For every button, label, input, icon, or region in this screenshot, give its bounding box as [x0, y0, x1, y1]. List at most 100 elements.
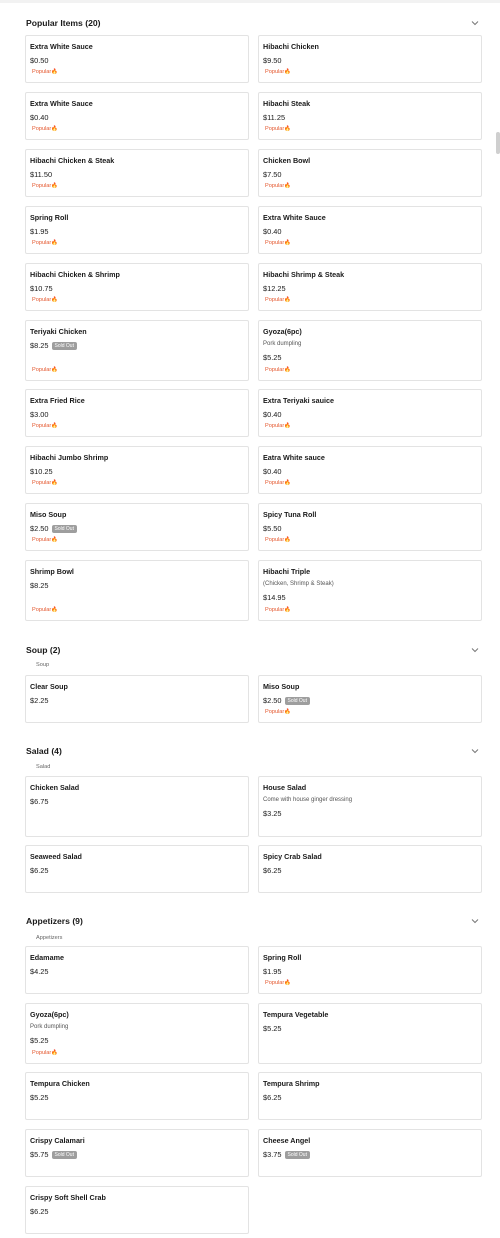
menu-item-price: $11.50	[30, 170, 52, 179]
menu-item-card[interactable]: Extra Teriyaki sauice $0.40 Popular🔥	[258, 389, 482, 437]
price-value: $8.25	[30, 341, 49, 350]
menu-item-price: $7.50	[263, 170, 282, 179]
menu-item-price: $0.40	[263, 227, 282, 236]
menu-item-card[interactable]: Extra White Sauce $0.40 Popular🔥	[25, 92, 249, 140]
menu-item-card[interactable]: Extra White Sauce $0.50 Popular🔥	[25, 35, 249, 83]
chevron-down-icon[interactable]	[470, 916, 480, 926]
fire-icon: 🔥	[51, 240, 58, 246]
menu-item-card[interactable]: Chicken Salad $6.75	[25, 776, 249, 837]
fire-icon: 🔥	[51, 297, 58, 303]
fire-icon: 🔥	[284, 480, 291, 486]
menu-item-price: $1.95	[30, 227, 49, 236]
chevron-down-icon[interactable]	[470, 18, 480, 28]
menu-item-card[interactable]: Spicy Tuna Roll $5.50 Popular🔥	[258, 503, 482, 551]
menu-item-name: Extra White Sauce	[30, 99, 93, 108]
menu-item-card[interactable]: House Salad Come with house ginger dressi…	[258, 776, 482, 837]
menu-item-description: Pork dumpling	[30, 1024, 69, 1030]
popular-badge: Popular🔥	[265, 607, 291, 613]
fire-icon: 🔥	[51, 69, 58, 75]
price-value: $0.40	[263, 467, 282, 476]
menu-item-card[interactable]: Tempura Vegetable $5.25	[258, 1003, 482, 1064]
menu-item-card[interactable]: Spring Roll $1.95 Popular🔥	[258, 946, 482, 994]
price-value: $1.95	[30, 227, 49, 236]
menu-item-card[interactable]: Hibachi Chicken & Shrimp $10.75 Popular🔥	[25, 263, 249, 311]
popular-badge: Popular🔥	[32, 480, 58, 486]
fire-icon: 🔥	[284, 537, 291, 543]
fire-icon: 🔥	[51, 126, 58, 132]
menu-item-card[interactable]: Hibachi Shrimp & Steak $12.25 Popular🔥	[258, 263, 482, 311]
menu-item-name: Extra White Sauce	[263, 213, 326, 222]
menu-item-name: Hibachi Chicken & Shrimp	[30, 270, 120, 279]
popular-badge: Popular🔥	[32, 69, 58, 75]
fire-icon: 🔥	[284, 240, 291, 246]
menu-item-description: (Chicken, Shrimp & Steak)	[263, 581, 334, 587]
chevron-down-icon[interactable]	[470, 746, 480, 756]
menu-item-price: $5.25	[30, 1093, 49, 1102]
scrollbar-thumb[interactable]	[496, 132, 500, 154]
price-value: $0.50	[30, 56, 49, 65]
menu-item-name: Hibachi Triple	[263, 567, 311, 576]
price-value: $9.50	[263, 56, 282, 65]
menu-item-card[interactable]: Tempura Shrimp $6.25	[258, 1072, 482, 1120]
menu-item-price: $2.25	[30, 696, 49, 705]
price-value: $5.25	[263, 353, 282, 362]
menu-item-name: Cheese Angel	[263, 1136, 311, 1145]
menu-item-card[interactable]: Spicy Crab Salad $6.25	[258, 845, 482, 893]
menu-item-card[interactable]: Shrimp Bowl $8.25 Popular🔥	[25, 560, 249, 621]
menu-item-card[interactable]: Eatra White sauce $0.40 Popular🔥	[258, 446, 482, 494]
chevron-down-icon[interactable]	[470, 645, 480, 655]
popular-badge: Popular🔥	[265, 69, 291, 75]
menu-item-card[interactable]: Seaweed Salad $6.25	[25, 845, 249, 893]
price-value: $11.50	[30, 170, 53, 179]
menu-item-card[interactable]: Spring Roll $1.95 Popular🔥	[25, 206, 249, 254]
menu-item-name: Spring Roll	[30, 213, 69, 222]
menu-item-price: $6.25	[30, 866, 49, 875]
menu-item-name: Chicken Bowl	[263, 156, 311, 165]
menu-item-card[interactable]: Teriyaki Chicken $8.25 Sold Out Popular🔥	[25, 320, 249, 381]
menu-item-name: Hibachi Jumbo Shrimp	[30, 453, 109, 462]
menu-item-price: $4.25	[30, 967, 49, 976]
popular-badge: Popular🔥	[265, 480, 291, 486]
menu-item-card[interactable]: Gyoza(6pc) Pork dumpling $5.25 Popular🔥	[258, 320, 482, 381]
menu-item-description: Pork dumpling	[263, 341, 302, 347]
price-value: $6.25	[263, 866, 282, 875]
fire-icon: 🔥	[284, 69, 291, 75]
menu-item-card[interactable]: Extra White Sauce $0.40 Popular🔥	[258, 206, 482, 254]
menu-item-card[interactable]: Tempura Chicken $5.25	[25, 1072, 249, 1120]
menu-item-price: $6.25	[263, 866, 282, 875]
price-value: $3.25	[263, 809, 282, 818]
menu-item-card[interactable]: Edamame $4.25	[25, 946, 249, 994]
menu-item-card[interactable]: Gyoza(6pc) Pork dumpling $5.25 Popular🔥	[25, 1003, 249, 1064]
menu-item-card[interactable]: Miso Soup $2.50 Sold Out Popular🔥	[25, 503, 249, 551]
menu-item-card[interactable]: Hibachi Steak $11.25 Popular🔥	[258, 92, 482, 140]
menu-item-card[interactable]: Hibachi Triple (Chicken, Shrimp & Steak) $…	[258, 560, 482, 621]
menu-item-price: $14.95	[263, 593, 286, 602]
sold-out-badge: Sold Out	[51, 1151, 77, 1159]
menu-item-card[interactable]: Extra Fried Rice $3.00 Popular🔥	[25, 389, 249, 437]
menu-item-card[interactable]: Hibachi Chicken $9.50 Popular🔥	[258, 35, 482, 83]
price-value: $0.40	[30, 113, 49, 122]
price-value: $2.50	[30, 524, 49, 533]
price-value: $1.95	[263, 967, 282, 976]
menu-item-price: $0.40	[30, 113, 49, 122]
menu-item-card[interactable]: Miso Soup $2.50 Sold Out Popular🔥	[258, 675, 482, 723]
menu-item-card[interactable]: Crispy Calamari $5.75 Sold Out	[25, 1129, 249, 1177]
popular-label: Popular	[32, 183, 52, 189]
menu-item-name: Miso Soup	[30, 510, 67, 519]
menu-item-price: $10.75	[30, 284, 53, 293]
menu-item-card[interactable]: Chicken Bowl $7.50 Popular🔥	[258, 149, 482, 197]
popular-badge: Popular🔥	[265, 240, 291, 246]
menu-item-card[interactable]: Cheese Angel $3.75 Sold Out	[258, 1129, 482, 1177]
section-subtitle-soup: Soup	[36, 662, 50, 668]
menu-item-price: $6.75	[30, 797, 49, 806]
menu-item-card[interactable]: Clear Soup $2.25	[25, 675, 249, 723]
menu-item-card[interactable]: Hibachi Chicken & Steak $11.50 Popular🔥	[25, 149, 249, 197]
price-value: $8.25	[30, 581, 49, 590]
price-value: $12.25	[263, 284, 286, 293]
menu-item-card[interactable]: Crispy Soft Shell Crab $6.25	[25, 1186, 249, 1234]
price-value: $6.25	[30, 866, 49, 875]
fire-icon: 🔥	[284, 709, 291, 715]
menu-item-card[interactable]: Hibachi Jumbo Shrimp $10.25 Popular🔥	[25, 446, 249, 494]
price-value: $5.75	[30, 1150, 49, 1159]
price-value: $0.40	[263, 410, 282, 419]
